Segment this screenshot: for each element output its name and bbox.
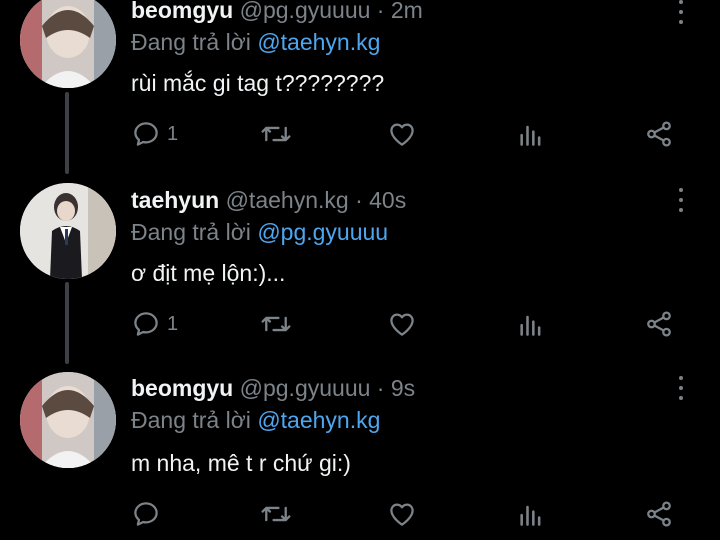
- replying-label: Đang trả lời: [131, 407, 251, 433]
- share-button[interactable]: [644, 306, 674, 342]
- analytics-icon: [520, 505, 541, 526]
- retweet-button[interactable]: [259, 306, 293, 342]
- reply-button[interactable]: [131, 496, 167, 532]
- share-button[interactable]: [644, 496, 674, 532]
- display-name[interactable]: beomgyu: [131, 375, 233, 401]
- more-icon[interactable]: [672, 374, 690, 402]
- analytics-button[interactable]: [517, 306, 545, 342]
- timestamp[interactable]: 40s: [369, 187, 406, 213]
- more-icon[interactable]: [672, 186, 690, 214]
- tweet-text: ơ địt mẹ lộn:)...: [131, 260, 286, 286]
- share-icon: [647, 311, 671, 337]
- analytics-button[interactable]: [517, 496, 545, 532]
- action-bar: [0, 496, 720, 532]
- user-handle[interactable]: @taehyn.kg: [226, 187, 349, 213]
- tweet-text: m nha, mê t r chứ gi:): [131, 450, 351, 476]
- user-handle[interactable]: @pg.gyuuuu: [240, 375, 371, 401]
- like-button[interactable]: [386, 496, 418, 532]
- retweet-icon: [261, 506, 291, 522]
- reply-button[interactable]: 1: [131, 306, 178, 342]
- timestamp[interactable]: 9s: [391, 375, 415, 401]
- separator-dot: ·: [355, 187, 363, 213]
- avatar[interactable]: [20, 372, 116, 468]
- separator-dot: ·: [376, 375, 385, 401]
- reply-icon: [134, 312, 158, 336]
- replying-to: Đang trả lời @pg.gyuuuu: [131, 218, 388, 246]
- avatar[interactable]: [20, 183, 116, 279]
- reply-count: 1: [167, 312, 179, 335]
- analytics-icon: [520, 315, 541, 336]
- display-name[interactable]: taehyun: [131, 187, 219, 213]
- like-icon: [390, 313, 414, 336]
- share-icon: [647, 501, 671, 527]
- reply-icon: [134, 502, 158, 526]
- like-icon: [390, 503, 414, 526]
- tweet-header: taehyun @taehyn.kg · 40s: [131, 186, 406, 214]
- tweet[interactable]: beomgyu @pg.gyuuuu · 9s Đang trả lời @ta…: [0, 0, 720, 527]
- like-button[interactable]: [386, 306, 418, 342]
- mention-link[interactable]: @taehyn.kg: [257, 407, 380, 433]
- retweet-icon: [261, 316, 291, 332]
- action-bar: 1: [0, 306, 720, 342]
- replying-to: Đang trả lời @taehyn.kg: [131, 406, 380, 434]
- mention-link[interactable]: @pg.gyuuuu: [257, 219, 388, 245]
- replying-label: Đang trả lời: [131, 219, 251, 245]
- tweet-header: beomgyu @pg.gyuuuu · 9s: [131, 374, 415, 402]
- retweet-button[interactable]: [259, 496, 293, 532]
